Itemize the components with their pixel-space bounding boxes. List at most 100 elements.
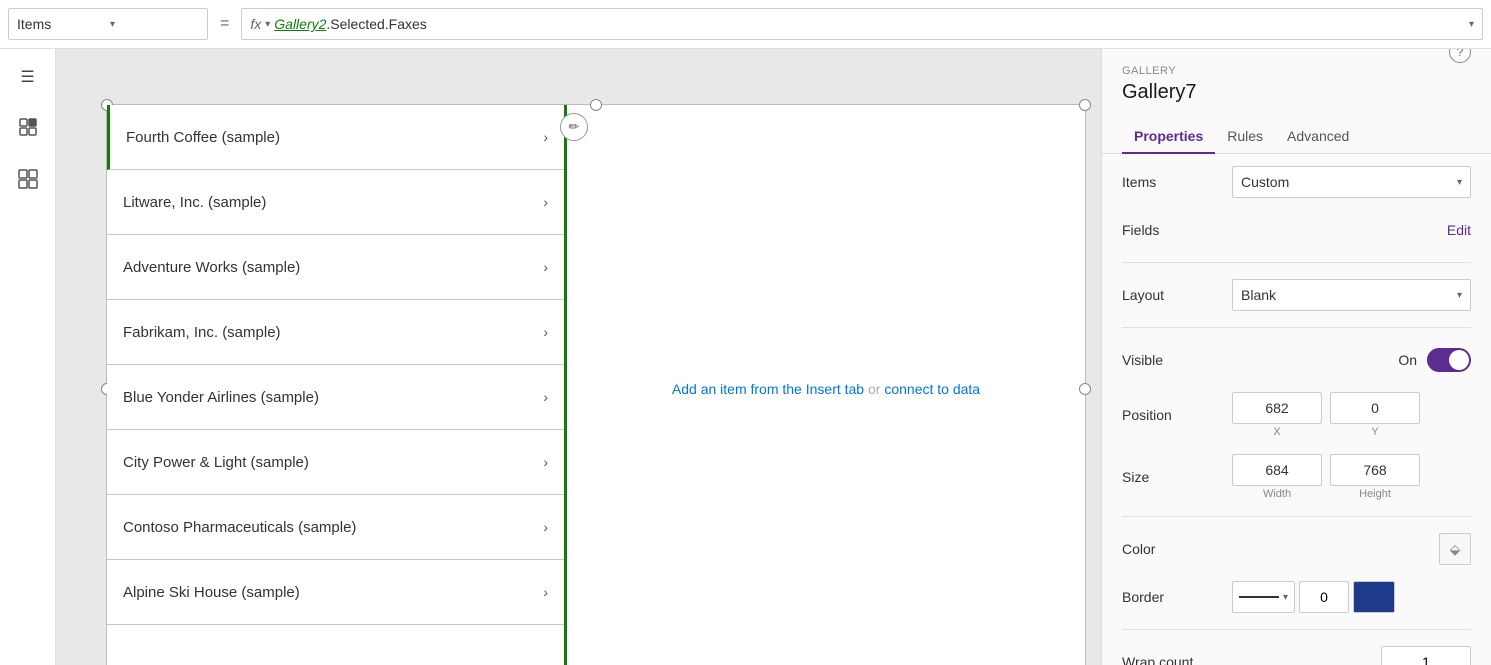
gallery-item-5[interactable]: City Power & Light (sample) ›	[107, 430, 564, 495]
formula-bar[interactable]: fx ▾ Gallery2.Selected.Faxes ▾	[241, 8, 1483, 40]
color-icon: ⬙	[1450, 541, 1461, 558]
wrap-count-row: Wrap count	[1122, 646, 1471, 665]
gallery-item-text-3: Fabrikam, Inc. (sample)	[123, 324, 543, 341]
position-inputs: X Y	[1232, 392, 1471, 438]
items-dropdown-value: Custom	[1241, 174, 1289, 190]
equals-sign: =	[216, 15, 233, 33]
divider-2	[1122, 327, 1471, 328]
canvas-area: ✏ Fourth Coffee (sample) › Litware, Inc.…	[56, 49, 1101, 665]
gallery-item-chevron-0: ›	[543, 129, 548, 145]
visible-prop-label: Visible	[1122, 352, 1232, 368]
divider-1	[1122, 262, 1471, 263]
color-value: ⬙	[1232, 533, 1471, 565]
gallery-item-text-2: Adventure Works (sample)	[123, 259, 543, 276]
layout-dropdown-value: Blank	[1241, 287, 1276, 303]
tab-advanced[interactable]: Advanced	[1275, 120, 1361, 154]
gallery-item-text-5: City Power & Light (sample)	[123, 454, 543, 471]
help-icon: ?	[1457, 49, 1464, 59]
layout-row: Layout Blank ▾	[1122, 279, 1471, 311]
wrap-count-input[interactable]	[1381, 646, 1471, 665]
items-dropdown-chevron: ▾	[1457, 177, 1462, 188]
items-dropdown-label: Items	[17, 16, 106, 32]
gallery-item-text-6: Contoso Pharmaceuticals (sample)	[123, 519, 543, 536]
pos-x-label: X	[1273, 426, 1280, 438]
sidebar-item-grid[interactable]	[12, 165, 44, 197]
gallery-item-4[interactable]: Blue Yonder Airlines (sample) ›	[107, 365, 564, 430]
items-dropdown-prop[interactable]: Custom ▾	[1232, 166, 1471, 198]
layout-prop-label: Layout	[1122, 287, 1232, 303]
tab-properties[interactable]: Properties	[1122, 120, 1215, 154]
pos-y-input[interactable]	[1330, 392, 1420, 424]
items-dropdown-chevron: ▾	[110, 19, 199, 30]
gallery-item-chevron-3: ›	[543, 324, 548, 340]
gallery-item-chevron-5: ›	[543, 454, 548, 470]
handle-top-right[interactable]	[1079, 99, 1091, 111]
edit-pencil-button[interactable]: ✏	[560, 113, 588, 141]
grid-icon	[18, 169, 38, 194]
divider-3	[1122, 516, 1471, 517]
visible-row: Visible On	[1122, 344, 1471, 376]
fx-label: fx	[250, 16, 261, 32]
sidebar-item-menu[interactable]: ☰	[12, 61, 44, 93]
gallery-list-panel: ✏ Fourth Coffee (sample) › Litware, Inc.…	[107, 105, 567, 665]
formula-expand-chevron[interactable]: ▾	[1469, 19, 1474, 30]
size-height-group: Height	[1330, 454, 1420, 500]
size-width-group: Width	[1232, 454, 1322, 500]
gallery-item-text-4: Blue Yonder Airlines (sample)	[123, 389, 543, 406]
color-row: Color ⬙	[1122, 533, 1471, 565]
gallery-item-7[interactable]: Alpine Ski House (sample) ›	[107, 560, 564, 625]
pos-y-group: Y	[1330, 392, 1420, 438]
border-width-input[interactable]	[1299, 581, 1349, 613]
handle-middle-right[interactable]	[1079, 383, 1091, 395]
gallery-item-6[interactable]: Contoso Pharmaceuticals (sample) ›	[107, 495, 564, 560]
gallery-item-1[interactable]: Litware, Inc. (sample) ›	[107, 170, 564, 235]
items-row: Items Custom ▾	[1122, 166, 1471, 198]
right-panel-header: GALLERY Gallery7 ?	[1102, 49, 1491, 112]
visible-state-label: On	[1398, 352, 1417, 368]
gallery-title: Gallery7	[1122, 81, 1196, 104]
size-width-label: Width	[1263, 488, 1291, 500]
hamburger-menu-icon: ☰	[20, 67, 34, 87]
help-button[interactable]: ?	[1449, 49, 1471, 63]
right-panel: GALLERY Gallery7 ? Properties Rules Adva…	[1101, 49, 1491, 665]
border-style-dropdown[interactable]: ▾	[1232, 581, 1295, 613]
visible-toggle[interactable]	[1427, 348, 1471, 372]
gallery-item-2[interactable]: Adventure Works (sample) ›	[107, 235, 564, 300]
gallery-section-label: GALLERY	[1122, 65, 1196, 77]
items-dropdown[interactable]: Items ▾	[8, 8, 208, 40]
gallery-item-0[interactable]: Fourth Coffee (sample) ›	[107, 105, 564, 170]
items-prop-label: Items	[1122, 174, 1232, 190]
size-width-input[interactable]	[1232, 454, 1322, 486]
tab-rules[interactable]: Rules	[1215, 120, 1275, 154]
formula-gallery-ref: Gallery2	[274, 16, 326, 32]
layers-icon	[18, 117, 38, 142]
fields-edit-link[interactable]: Edit	[1447, 222, 1471, 238]
handle-top-center[interactable]	[590, 99, 602, 111]
fields-prop-value: Edit	[1232, 222, 1471, 238]
insert-tab-link[interactable]: Add an item from the Insert tab	[672, 381, 864, 397]
border-style-chevron: ▾	[1283, 592, 1288, 603]
border-controls: ▾	[1232, 581, 1471, 613]
pos-y-label: Y	[1371, 426, 1378, 438]
connect-data-link[interactable]: connect to data	[884, 381, 980, 397]
formula-rest: .Selected.Faxes	[326, 16, 426, 32]
items-prop-value: Custom ▾	[1232, 166, 1471, 198]
size-height-label: Height	[1359, 488, 1391, 500]
wrap-count-value	[1232, 646, 1471, 665]
color-swatch[interactable]: ⬙	[1439, 533, 1471, 565]
position-row: Position X Y	[1122, 392, 1471, 438]
position-prop-label: Position	[1122, 407, 1232, 423]
border-prop-label: Border	[1122, 589, 1232, 605]
properties-content: Items Custom ▾ Fields Edit Layout	[1102, 154, 1491, 665]
size-height-input[interactable]	[1330, 454, 1420, 486]
gallery-item-3[interactable]: Fabrikam, Inc. (sample) ›	[107, 300, 564, 365]
color-prop-label: Color	[1122, 541, 1232, 557]
size-prop-label: Size	[1122, 469, 1232, 485]
layout-dropdown[interactable]: Blank ▾	[1232, 279, 1471, 311]
border-color-swatch[interactable]	[1353, 581, 1395, 613]
gallery-empty-text: Add an item from the Insert tab or conne…	[672, 378, 980, 400]
fields-row: Fields Edit	[1122, 214, 1471, 246]
pos-x-input[interactable]	[1232, 392, 1322, 424]
sidebar-item-layers[interactable]	[12, 113, 44, 145]
fx-chevron[interactable]: ▾	[265, 19, 270, 30]
